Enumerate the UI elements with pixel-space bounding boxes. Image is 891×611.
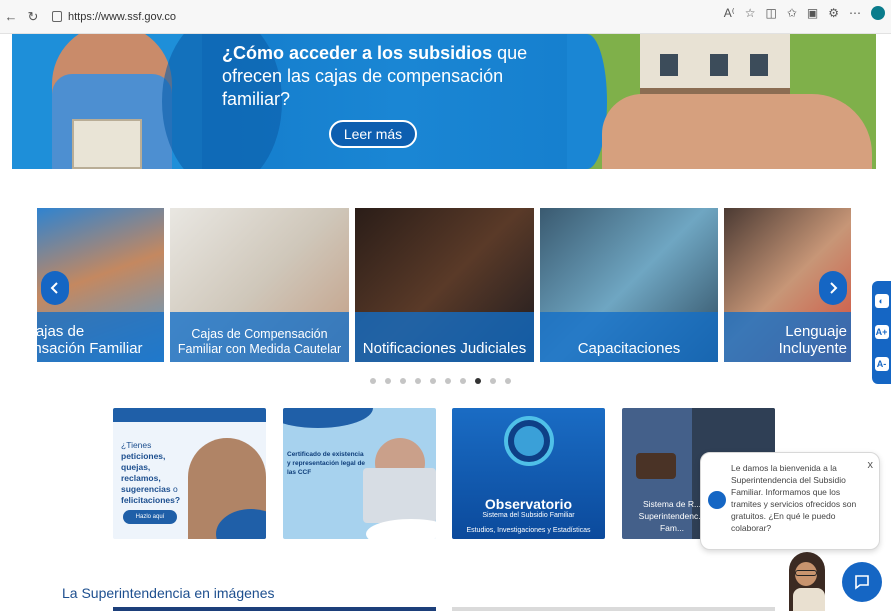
slide-label: Lenguaje Incluyente bbox=[778, 323, 847, 357]
chevron-left-icon bbox=[50, 282, 58, 294]
address-bar[interactable]: https://www.ssf.gov.co bbox=[52, 11, 176, 23]
browser-toolbar: ← ↻ https://www.ssf.gov.co A⁽ ☆ ◫ ✩ ▣ ⚙ … bbox=[0, 0, 891, 34]
hand-image bbox=[602, 94, 872, 169]
pqrs-button[interactable]: Hazlo aquí bbox=[123, 510, 177, 524]
carousel-dot[interactable] bbox=[370, 378, 376, 384]
carousel-prev-button[interactable] bbox=[41, 271, 69, 305]
carousel-dot[interactable] bbox=[415, 378, 421, 384]
favorite-icon[interactable]: ☆ bbox=[745, 6, 756, 20]
avatar-glasses bbox=[795, 570, 817, 576]
refresh-icon[interactable]: ↻ bbox=[22, 6, 44, 28]
accessibility-widget: ◐ A+ A- bbox=[872, 281, 891, 384]
slide-label: Notificaciones Judiciales bbox=[362, 340, 527, 357]
house-window bbox=[660, 54, 678, 76]
certificate-text: Certificado de existencia y representaci… bbox=[287, 451, 366, 476]
lock-icon bbox=[52, 11, 62, 22]
chat-popup: Le damos la bienvenida a la Superintende… bbox=[700, 452, 880, 550]
carousel-slide[interactable]: Capacitaciones bbox=[540, 208, 718, 362]
pqrs-line: ¿Tienes bbox=[121, 440, 152, 450]
pqrs-line: peticiones, bbox=[121, 451, 166, 461]
pqrs-card[interactable]: ¿Tienes peticiones, quejas, reclamos, su… bbox=[113, 408, 266, 539]
carousel-dots bbox=[370, 378, 511, 384]
increase-text-button[interactable]: A+ bbox=[874, 325, 889, 340]
carousel-slide[interactable]: Notificaciones Judiciales bbox=[355, 208, 534, 362]
certificate-card[interactable]: Certificado de existencia y representaci… bbox=[283, 408, 436, 539]
decrease-text-button[interactable]: A- bbox=[874, 357, 889, 372]
close-icon[interactable]: x bbox=[868, 459, 874, 471]
carousel: Cajas de ensación Familiar Cajas de Comp… bbox=[37, 208, 851, 362]
laptop-image bbox=[363, 468, 436, 523]
ssf-logo-icon bbox=[708, 491, 726, 509]
url-text: https://www.ssf.gov.co bbox=[68, 10, 177, 23]
observatory-footer: Estudios, Investigaciones y Estadísticas bbox=[466, 527, 591, 534]
assistant-avatar bbox=[785, 552, 833, 611]
avatar-body bbox=[793, 588, 825, 611]
section-gallery-item[interactable] bbox=[452, 607, 775, 611]
hero-title: ¿Cómo acceder a los subsidios que ofrece… bbox=[222, 42, 562, 111]
carousel-dot[interactable] bbox=[385, 378, 391, 384]
hero-overlay bbox=[567, 34, 607, 169]
hero-banner: ¿Cómo acceder a los subsidios que ofrece… bbox=[12, 34, 876, 169]
carousel-dot[interactable] bbox=[430, 378, 436, 384]
carousel-dot[interactable] bbox=[505, 378, 511, 384]
hero-title-bold: ¿Cómo acceder a los subsidios bbox=[222, 43, 493, 63]
extensions-icon[interactable]: ⚙ bbox=[828, 6, 839, 20]
observatory-subtitle: Sistema del Subsidio Familiar bbox=[482, 512, 575, 519]
chevron-right-icon bbox=[830, 282, 838, 294]
carousel-dot[interactable] bbox=[475, 378, 481, 384]
observatory-title: Observatorio bbox=[484, 496, 573, 512]
chat-icon bbox=[855, 575, 869, 590]
pqrs-line: sugerencias bbox=[121, 484, 171, 494]
house-image bbox=[640, 34, 790, 94]
more-icon[interactable]: ⋯ bbox=[849, 6, 861, 20]
collections-icon[interactable]: ▣ bbox=[807, 6, 818, 20]
section-gallery-item[interactable] bbox=[113, 607, 436, 611]
pqrs-line: felicitaciones? bbox=[121, 495, 181, 505]
read-more-button[interactable]: Leer más bbox=[329, 120, 417, 148]
page: ← ↻ https://www.ssf.gov.co A⁽ ☆ ◫ ✩ ▣ ⚙ … bbox=[0, 0, 891, 611]
house-window bbox=[750, 54, 768, 76]
pqrs-text: ¿Tienes peticiones, quejas, reclamos, su… bbox=[121, 440, 183, 506]
carousel-next-button[interactable] bbox=[819, 271, 847, 305]
slide-label: Cajas de Compensación Familiar con Medid… bbox=[177, 327, 342, 356]
gavel-image bbox=[636, 453, 676, 479]
split-screen-icon[interactable]: ◫ bbox=[765, 6, 776, 20]
chat-message: Le damos la bienvenida a la Superintende… bbox=[731, 463, 857, 533]
pqrs-line: quejas, reclamos, bbox=[121, 462, 161, 483]
browser-tools: A⁽ ☆ ◫ ✩ ▣ ⚙ ⋯ bbox=[724, 6, 885, 20]
globe-core bbox=[514, 426, 544, 456]
carousel-slide[interactable]: Cajas de Compensación Familiar con Medid… bbox=[170, 208, 349, 362]
card-top-band bbox=[113, 408, 266, 422]
read-aloud-icon[interactable]: A⁽ bbox=[724, 6, 735, 20]
favorites-bar-icon[interactable]: ✩ bbox=[787, 6, 797, 20]
house-window bbox=[710, 54, 728, 76]
observatory-card[interactable]: Observatorio Sistema del Subsidio Famili… bbox=[452, 408, 605, 539]
profile-icon[interactable] bbox=[871, 6, 885, 20]
chat-button[interactable] bbox=[842, 562, 882, 602]
card-decoration bbox=[283, 408, 373, 428]
carousel-dot[interactable] bbox=[400, 378, 406, 384]
back-icon[interactable]: ← bbox=[0, 6, 22, 28]
carousel-dot[interactable] bbox=[460, 378, 466, 384]
slide-label: Cajas de ensación Familiar bbox=[37, 323, 143, 357]
contrast-icon[interactable]: ◐ bbox=[874, 293, 889, 308]
section-title: La Superintendencia en imágenes bbox=[62, 585, 275, 601]
slide-label: Capacitaciones bbox=[577, 340, 681, 357]
hero-books-image bbox=[72, 119, 142, 169]
carousel-dot[interactable] bbox=[490, 378, 496, 384]
carousel-dot[interactable] bbox=[445, 378, 451, 384]
pqrs-line: o bbox=[170, 484, 178, 494]
